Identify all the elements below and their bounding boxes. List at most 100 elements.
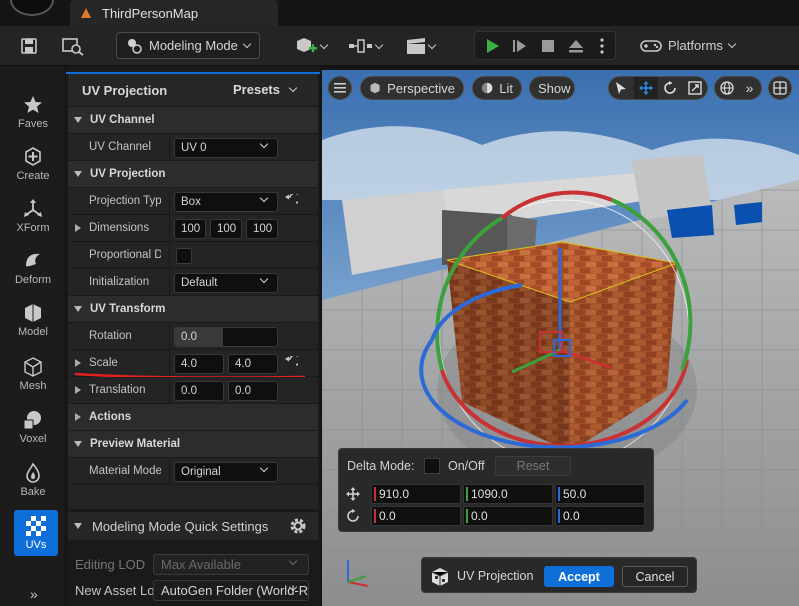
material-mode-dropdown[interactable]: Original (174, 462, 278, 482)
new-asset-location-value: AutoGen Folder (World-Relative) (161, 583, 309, 598)
show-label: Show (538, 80, 571, 96)
more-options-icon[interactable]: » (738, 77, 761, 99)
quick-settings-header[interactable]: Modeling Mode Quick Settings (68, 512, 318, 540)
mode-item-label: Faves (18, 118, 48, 130)
editing-lod-dropdown[interactable]: Max Available (153, 554, 309, 575)
scale-mode-button[interactable] (683, 77, 708, 99)
section-title: Actions (89, 411, 132, 423)
mode-item-xform[interactable]: XForm (5, 192, 61, 240)
location-icon (346, 487, 360, 501)
layout-button[interactable] (768, 76, 792, 100)
delta-mode-checkbox[interactable] (424, 458, 440, 474)
save-icon (21, 38, 37, 54)
blueprint-button[interactable] (344, 34, 386, 58)
chevron-down-icon (259, 193, 269, 203)
globe-icon (719, 81, 734, 95)
rotation-z-input[interactable]: 0.0 (555, 506, 645, 526)
cinematics-button[interactable] (400, 34, 440, 58)
dimension-y-input[interactable]: 100 (210, 219, 242, 239)
rotation-x-input[interactable]: 0.0 (371, 506, 461, 526)
play-options-button[interactable] (593, 35, 611, 57)
world-space-button[interactable] (715, 77, 738, 99)
translate-mode-button[interactable] (633, 77, 658, 99)
mode-item-label: Model (18, 326, 48, 338)
mode-item-model[interactable]: Model (5, 296, 61, 344)
axis-indicator (347, 560, 369, 587)
xform-icon (22, 198, 44, 220)
mode-item-faves[interactable]: Faves (5, 88, 61, 136)
save-button[interactable] (18, 35, 40, 57)
transform-tools-group (608, 76, 708, 100)
initialization-dropdown[interactable]: Default (174, 273, 278, 293)
play-button[interactable] (481, 35, 503, 57)
reset-to-default-icon[interactable] (284, 356, 298, 370)
expand-arrow-icon[interactable] (75, 359, 81, 367)
coord-space-group: » (714, 76, 762, 100)
rotation-y-input[interactable]: 0.0 (463, 506, 553, 526)
dimension-x-input[interactable]: 100 (174, 219, 206, 239)
collapse-arrow-icon (74, 441, 82, 447)
view-mode-dropdown[interactable]: Lit (472, 76, 522, 100)
platforms-dropdown[interactable]: Platforms (640, 32, 750, 59)
tool-details-panel: UV Projection Presets UV Channel UV Chan… (66, 66, 320, 606)
stop-button[interactable] (537, 35, 559, 57)
mode-item-uvs[interactable]: UVs (14, 510, 58, 556)
show-dropdown[interactable]: Show (529, 76, 575, 100)
clapperboard-icon (407, 38, 425, 54)
rotate-mode-button[interactable] (658, 77, 683, 99)
accept-button[interactable]: Accept (544, 566, 614, 587)
cancel-button[interactable]: Cancel (622, 566, 688, 587)
location-y-input[interactable]: 1090.0 (463, 484, 553, 504)
tab-map[interactable]: ThirdPersonMap (70, 0, 278, 26)
translation-u-input[interactable]: 0.0 (174, 381, 224, 401)
mode-item-voxel[interactable]: Voxel (5, 403, 61, 451)
eject-icon (569, 40, 583, 53)
gear-icon[interactable] (288, 516, 308, 536)
viewport-menu-button[interactable] (328, 76, 352, 100)
perspective-dropdown[interactable]: Perspective (360, 76, 464, 100)
eject-button[interactable] (565, 35, 587, 57)
new-asset-location-dropdown[interactable]: AutoGen Folder (World-Relative) (153, 580, 309, 601)
more-vertical-icon (600, 38, 604, 54)
add-actor-button[interactable] (290, 34, 330, 58)
reset-to-default-icon[interactable] (284, 194, 298, 208)
property-label: UV Channel (89, 141, 152, 153)
section-title: UV Transform (90, 303, 166, 315)
cube-icon (370, 82, 380, 94)
row-editing-lod: Editing LOD Max Available (68, 551, 318, 577)
proportional-dimension-checkbox[interactable] (176, 248, 192, 264)
section-uv-transform[interactable]: UV Transform (68, 296, 318, 323)
expand-arrow-icon[interactable] (75, 386, 81, 394)
section-uv-channel[interactable]: UV Channel (68, 107, 318, 134)
translation-v-input[interactable]: 0.0 (228, 381, 278, 401)
row-material-mode: Material Mode Original (68, 458, 318, 485)
expand-arrow-icon[interactable] (75, 224, 81, 232)
presets-dropdown[interactable]: Presets (233, 82, 298, 97)
row-new-asset-location: New Asset Location AutoGen Folder (World… (68, 577, 318, 603)
title-bar: ThirdPersonMap (0, 0, 799, 26)
reset-button[interactable]: Reset (495, 456, 571, 476)
browse-button[interactable] (60, 35, 86, 57)
mode-item-bake[interactable]: Bake (5, 456, 61, 504)
advance-frame-button[interactable] (509, 35, 531, 57)
property-label: Proportional Dimension (89, 249, 161, 261)
more-categories-button[interactable]: » (30, 586, 38, 602)
mode-item-deform[interactable]: Deform (5, 244, 61, 292)
mode-item-create[interactable]: Create (5, 140, 61, 188)
dimension-z-input[interactable]: 100 (246, 219, 278, 239)
section-actions[interactable]: Actions (68, 404, 318, 431)
step-forward-icon (513, 40, 526, 52)
location-x-input[interactable]: 910.0 (371, 484, 461, 504)
mode-item-mesh[interactable]: Mesh (5, 350, 61, 398)
play-controls (474, 31, 616, 60)
unreal-logo-icon[interactable] (10, 0, 54, 16)
section-uv-projection[interactable]: UV Projection (68, 161, 318, 188)
select-mode-button[interactable] (609, 77, 634, 99)
location-z-input[interactable]: 50.0 (555, 484, 645, 504)
uv-channel-dropdown[interactable]: UV 0 (174, 138, 278, 158)
projection-type-dropdown[interactable]: Box (174, 192, 278, 212)
expand-arrow-icon (75, 413, 81, 421)
section-preview-material[interactable]: Preview Material (68, 431, 318, 458)
rotation-slider-input[interactable]: 0.0 (174, 327, 278, 347)
mode-selector-dropdown[interactable]: Modeling Mode (116, 32, 260, 59)
